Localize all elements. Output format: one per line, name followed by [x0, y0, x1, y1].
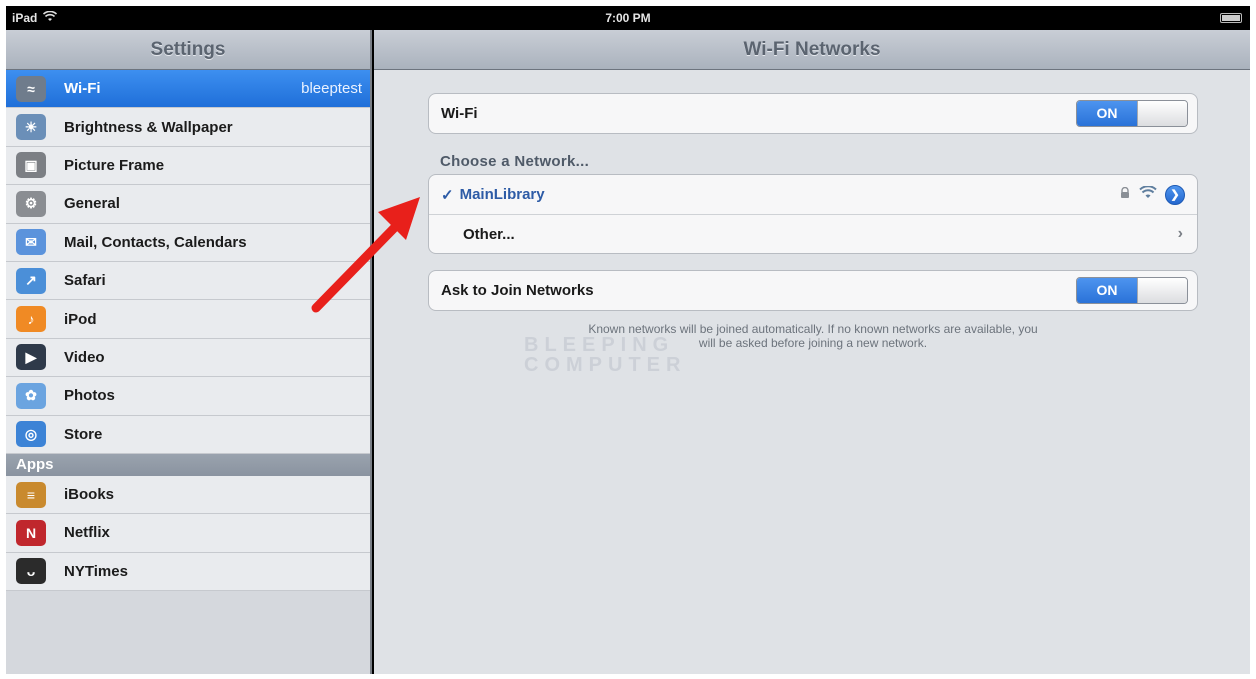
wifi-toggle-knob	[1137, 101, 1187, 126]
sidebar-item-safari[interactable]: ↗ Safari	[6, 261, 370, 301]
other-network-label: Other...	[463, 225, 515, 243]
sidebar-item-label: Picture Frame	[64, 156, 165, 174]
ipad-screen: iPad 7:00 PM Settings ≈ Wi-Fi bleeptest ☀ Br…	[6, 6, 1250, 674]
wifi-toggle[interactable]: ON	[1076, 100, 1188, 127]
gear-icon: ⚙	[16, 190, 46, 217]
sidebar-item-label: Video	[64, 348, 105, 366]
ask-join-toggle-knob	[1137, 278, 1187, 303]
sidebar-item-label: Photos	[64, 387, 115, 405]
footnote-line-1: Known networks will be joined automatica…	[588, 322, 1038, 336]
sidebar-item-label: Mail, Contacts, Calendars	[64, 233, 247, 251]
battery-icon	[1220, 13, 1242, 23]
sidebar-item-photos[interactable]: ✿ Photos	[6, 377, 370, 416]
checkmark-icon: ✓	[441, 186, 454, 204]
sidebar-item-picture-frame[interactable]: ▣ Picture Frame	[6, 146, 370, 186]
mail-icon: ✉	[16, 229, 46, 256]
sidebar-item-ibooks[interactable]: ≡ iBooks	[6, 475, 370, 515]
footnote-line-2: will be asked before joining a new netwo…	[698, 336, 928, 350]
safari-icon: ↗	[16, 267, 46, 294]
settings-sidebar: Settings ≈ Wi-Fi bleeptest ☀ Brightness & Wa…	[6, 30, 372, 674]
ask-join-footnote: Known networks will be joined automatica…	[428, 322, 1198, 350]
sidebar-item-label: NYTimes	[64, 562, 128, 580]
wifi-icon: ≈	[16, 75, 46, 102]
wifi-toggle-on-label: ON	[1077, 101, 1137, 126]
ask-join-label: Ask to Join Networks	[441, 282, 594, 299]
network-info-button[interactable]: ❯	[1165, 184, 1185, 205]
chevron-right-icon: ›	[1177, 225, 1183, 242]
status-bar: iPad 7:00 PM	[6, 6, 1250, 30]
sidebar-item-label: General	[64, 195, 120, 213]
watermark-line-2: COMPUTER	[524, 354, 687, 376]
sidebar-item-netflix[interactable]: N Netflix	[6, 514, 370, 553]
choose-network-label: Choose a Network...	[440, 153, 590, 170]
network-name: MainLibrary	[459, 186, 545, 203]
sidebar-item-store[interactable]: ◎ Store	[6, 415, 370, 454]
wifi-row: Wi-Fi ON	[429, 94, 1197, 133]
sidebar-item-label: Safari	[64, 272, 106, 290]
sidebar-item-detail: bleeptest	[301, 80, 362, 98]
photos-icon: ✿	[16, 382, 46, 409]
sidebar-title: Settings	[6, 30, 370, 70]
detail-title: Wi-Fi Networks	[374, 30, 1250, 70]
sidebar-item-nytimes[interactable]: ᴗ NYTimes	[6, 552, 370, 592]
wifi-networks-pane: Wi-Fi Networks Wi-Fi ON Choose a Network…	[374, 30, 1250, 674]
netflix-icon: N	[16, 519, 46, 546]
lock-icon	[1119, 186, 1131, 203]
wifi-group: Wi-Fi ON	[428, 93, 1198, 134]
sidebar-item-label: iBooks	[64, 486, 115, 504]
networks-group: ✓ MainLibrary ❯ Other... ›	[428, 174, 1198, 254]
wifi-row-label: Wi-Fi	[441, 105, 478, 122]
sidebar-item-label: iPod	[64, 310, 97, 328]
network-status-icons: ❯	[1119, 184, 1185, 205]
video-icon: ▶	[16, 344, 46, 371]
sidebar-item-label: Store	[64, 425, 103, 443]
wifi-strength-icon	[1139, 185, 1157, 203]
apps-list: ≡ iBooks N Netflix ᴗ NYTimes	[6, 475, 370, 592]
ask-join-row: Ask to Join Networks ON	[429, 271, 1197, 310]
sidebar-item-video[interactable]: ▶ Video	[6, 338, 370, 378]
sidebar-item-label: Brightness & Wallpaper	[64, 118, 233, 136]
apps-section-header: Apps	[6, 453, 370, 476]
network-row-other[interactable]: Other... ›	[429, 214, 1197, 253]
network-row-mainlibrary[interactable]: ✓ MainLibrary ❯	[429, 175, 1197, 214]
nytimes-icon: ᴗ	[16, 558, 46, 585]
settings-list: ≈ Wi-Fi bleeptest ☀ Brightness & Wallpaper ▣ P…	[6, 70, 370, 454]
sidebar-item-wi-fi[interactable]: ≈ Wi-Fi bleeptest	[6, 70, 370, 109]
sidebar-item-brightness-wallpaper[interactable]: ☀ Brightness & Wallpaper	[6, 108, 370, 147]
sidebar-item-general[interactable]: ⚙ General	[6, 185, 370, 224]
store-icon: ◎	[16, 421, 46, 448]
ibooks-icon: ≡	[16, 481, 46, 508]
sidebar-item-label: Wi-Fi	[64, 80, 101, 98]
ipod-icon: ♪	[16, 306, 46, 333]
sidebar-item-label: Netflix	[64, 524, 110, 542]
ask-join-group: Ask to Join Networks ON	[428, 270, 1198, 311]
sidebar-item-ipod[interactable]: ♪ iPod	[6, 300, 370, 339]
picture-frame-icon: ▣	[16, 152, 46, 179]
ask-join-toggle-on-label: ON	[1077, 278, 1137, 303]
ask-join-toggle[interactable]: ON	[1076, 277, 1188, 304]
brightness-icon: ☀	[16, 114, 46, 141]
status-time: 7:00 PM	[605, 11, 651, 25]
sidebar-item-mail-contacts-calendars[interactable]: ✉ Mail, Contacts, Calendars	[6, 223, 370, 262]
